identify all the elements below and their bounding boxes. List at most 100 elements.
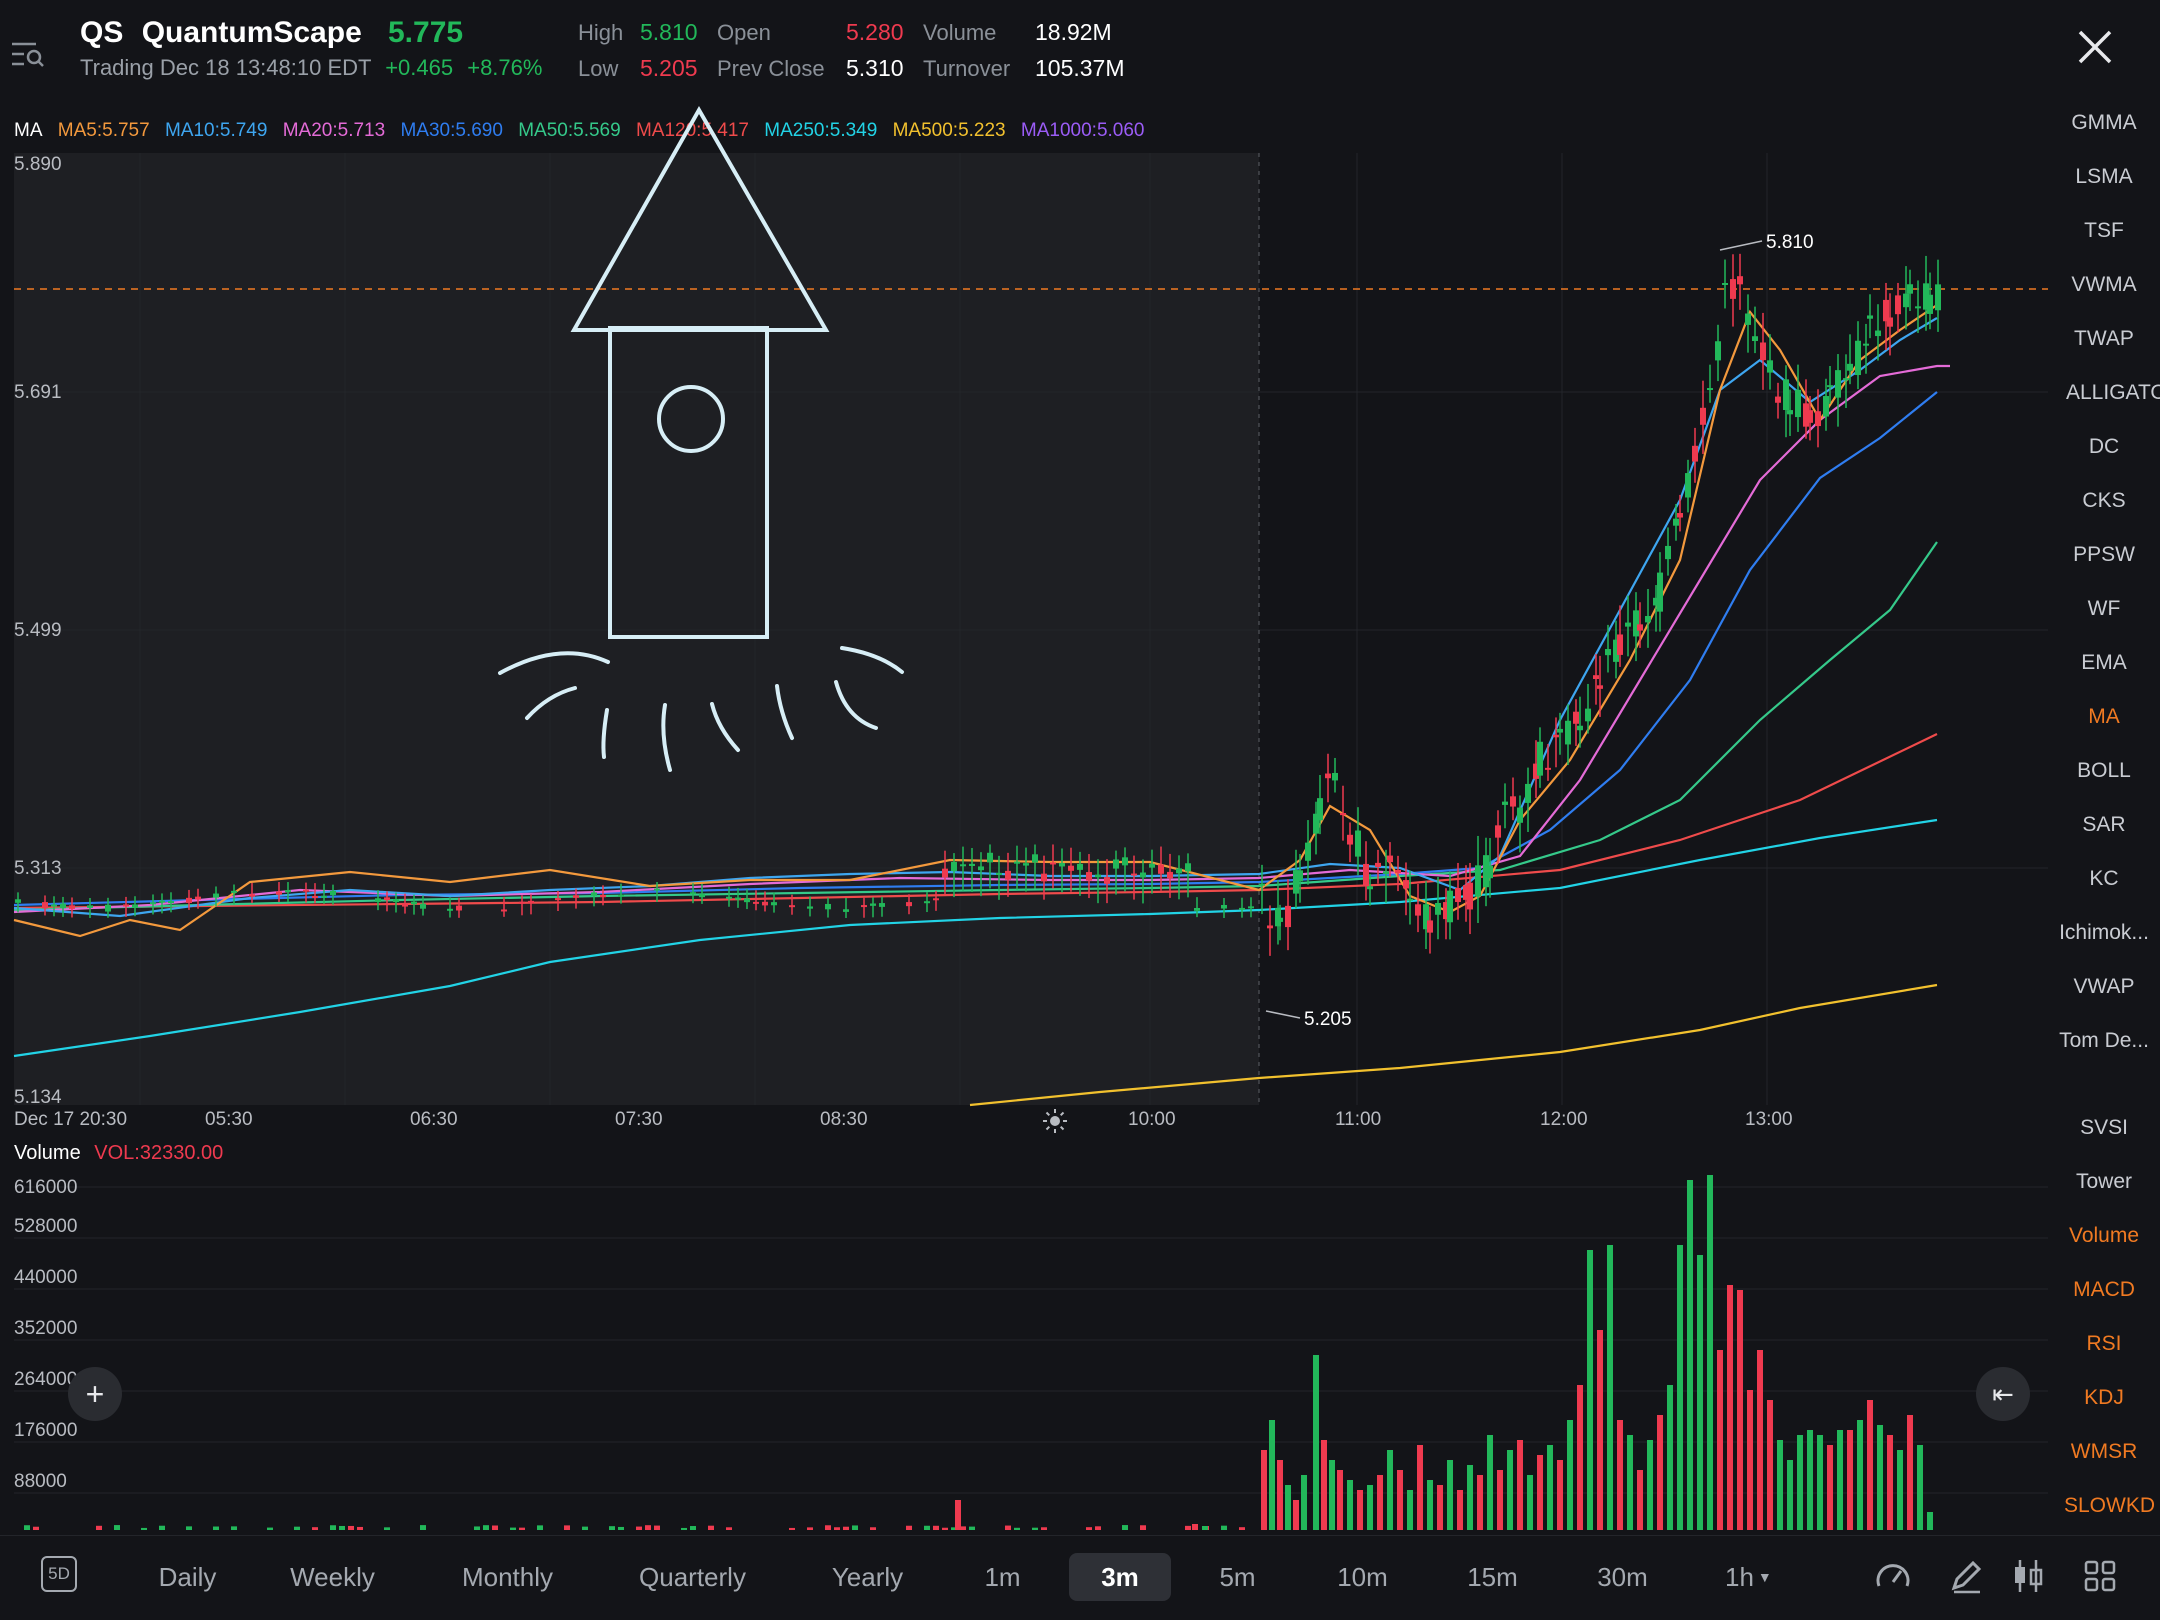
candle-body	[1447, 890, 1453, 923]
volume-bar	[474, 1526, 480, 1530]
indicator-ppsw[interactable]: PPSW	[2048, 543, 2160, 567]
indicator-dc[interactable]: DC	[2048, 435, 2160, 459]
volume-bar	[312, 1527, 318, 1530]
price-chart[interactable]: 5.810 5.205	[0, 0, 2048, 1535]
tab-3m[interactable]: 3m	[1069, 1553, 1171, 1601]
tab-monthly[interactable]: Monthly	[450, 1553, 565, 1601]
candle-body	[762, 901, 768, 906]
indicator-slowkd[interactable]: SLOWKD	[2048, 1494, 2160, 1518]
indicator-boll[interactable]: BOLL	[2048, 759, 2160, 783]
candle-body	[1086, 872, 1092, 881]
indicator-alligator[interactable]: ALLIGATOR	[2048, 381, 2160, 405]
add-button[interactable]: +	[68, 1367, 122, 1421]
speedometer-icon[interactable]	[1873, 1556, 1913, 1596]
indicator-gmma[interactable]: GMMA	[2048, 111, 2160, 135]
vol-tick-6: 88000	[14, 1471, 67, 1492]
tab-yearly[interactable]: Yearly	[820, 1553, 915, 1601]
candle-body	[825, 903, 831, 910]
candle-body	[1827, 385, 1833, 388]
volume-bar	[24, 1525, 30, 1530]
indicator-wf[interactable]: WF	[2048, 597, 2160, 621]
candle-body	[735, 897, 741, 900]
indicator-macd[interactable]: MACD	[2048, 1278, 2160, 1302]
candle-body	[1553, 734, 1559, 738]
indicator-cks[interactable]: CKS	[2048, 489, 2160, 513]
volume-bar	[492, 1525, 498, 1530]
indicator-svsi[interactable]: SVSI	[2048, 1116, 2160, 1140]
indicator-kc[interactable]: KC	[2048, 867, 2160, 891]
x-tick-1: 05:30	[205, 1109, 253, 1130]
candle-body	[1565, 720, 1571, 745]
volume-bar	[1897, 1450, 1903, 1530]
indicator-lsma[interactable]: LSMA	[2048, 165, 2160, 189]
indicator-tom-demark[interactable]: Tom De...	[2048, 1029, 2160, 1053]
volume-bar	[1293, 1500, 1299, 1530]
volume-bar	[1202, 1526, 1208, 1530]
volume-panel-header: Volume VOL:32330.00	[14, 1142, 223, 1165]
indicator-ma[interactable]: MA	[2048, 705, 2160, 729]
volume-bar	[159, 1525, 165, 1530]
volume-bar	[1005, 1525, 1011, 1530]
tab-30m[interactable]: 30m	[1590, 1553, 1655, 1601]
candle-body	[906, 902, 912, 907]
indicator-rsi[interactable]: RSI	[2048, 1332, 2160, 1356]
pen-icon[interactable]	[1946, 1556, 1986, 1596]
volume-bar	[1727, 1285, 1733, 1530]
volume-bar	[1517, 1440, 1523, 1530]
candlestick-icon[interactable]	[2008, 1556, 2048, 1596]
indicator-volume[interactable]: Volume	[2048, 1224, 2160, 1248]
candle-body	[69, 905, 75, 909]
tab-15m[interactable]: 15m	[1460, 1553, 1525, 1601]
volume-bar	[852, 1525, 858, 1530]
indicator-tower[interactable]: Tower	[2048, 1170, 2160, 1194]
indicator-tsf[interactable]: TSF	[2048, 219, 2160, 243]
x-tick-0: Dec 17 20:30	[14, 1109, 128, 1130]
indicator-vwma[interactable]: VWMA	[2048, 273, 2160, 297]
indicator-wmsr[interactable]: WMSR	[2048, 1440, 2160, 1464]
candle-body	[771, 902, 777, 906]
tab-1m[interactable]: 1m	[975, 1553, 1030, 1601]
tab-5m[interactable]: 5m	[1210, 1553, 1265, 1601]
vol-tick-3: 352000	[14, 1318, 78, 1339]
candle-body	[249, 894, 255, 897]
tab-1h[interactable]: 1h ▼	[1725, 1553, 1785, 1601]
volume-bar	[1597, 1330, 1603, 1530]
volume-bar	[726, 1527, 732, 1530]
volume-bar	[537, 1525, 543, 1530]
candle-body	[1537, 741, 1543, 776]
indicator-kdj[interactable]: KDJ	[2048, 1386, 2160, 1410]
collapse-panel-button[interactable]: ⇤	[1976, 1367, 2030, 1421]
indicator-ichimoku[interactable]: Ichimok...	[2048, 921, 2160, 945]
candle-body	[618, 894, 624, 897]
candle-body	[1077, 863, 1083, 870]
grid-icon[interactable]	[2080, 1556, 2120, 1596]
candle-body	[1807, 410, 1813, 423]
tab-quarterly[interactable]: Quarterly	[630, 1553, 755, 1601]
five-day-button[interactable]: 5D	[41, 1556, 77, 1592]
candle-body	[1700, 407, 1706, 425]
indicator-ema[interactable]: EMA	[2048, 651, 2160, 675]
volume-bar	[1557, 1460, 1563, 1530]
tab-weekly[interactable]: Weekly	[280, 1553, 385, 1601]
volume-bar	[1627, 1435, 1633, 1530]
volume-bar	[96, 1525, 102, 1530]
candle-body	[1367, 886, 1373, 890]
volume-bar	[1497, 1470, 1503, 1530]
indicator-twap[interactable]: TWAP	[2048, 327, 2160, 351]
volume-bar	[186, 1526, 192, 1530]
candle-body	[1815, 411, 1821, 427]
candle-body	[1467, 882, 1473, 910]
candle-body	[150, 902, 156, 905]
volume-bar	[384, 1527, 390, 1530]
candle-body	[1005, 870, 1011, 880]
tab-10m[interactable]: 10m	[1330, 1553, 1395, 1601]
indicator-vwap[interactable]: VWAP	[2048, 975, 2160, 999]
indicator-sar[interactable]: SAR	[2048, 813, 2160, 837]
volume-bar	[1032, 1527, 1038, 1530]
volume-bar	[1737, 1290, 1743, 1530]
close-icon[interactable]	[2070, 22, 2120, 72]
candle-body	[1059, 863, 1065, 867]
tab-daily[interactable]: Daily	[140, 1553, 235, 1601]
candle-body	[1317, 798, 1323, 821]
volume-bar	[1777, 1440, 1783, 1530]
